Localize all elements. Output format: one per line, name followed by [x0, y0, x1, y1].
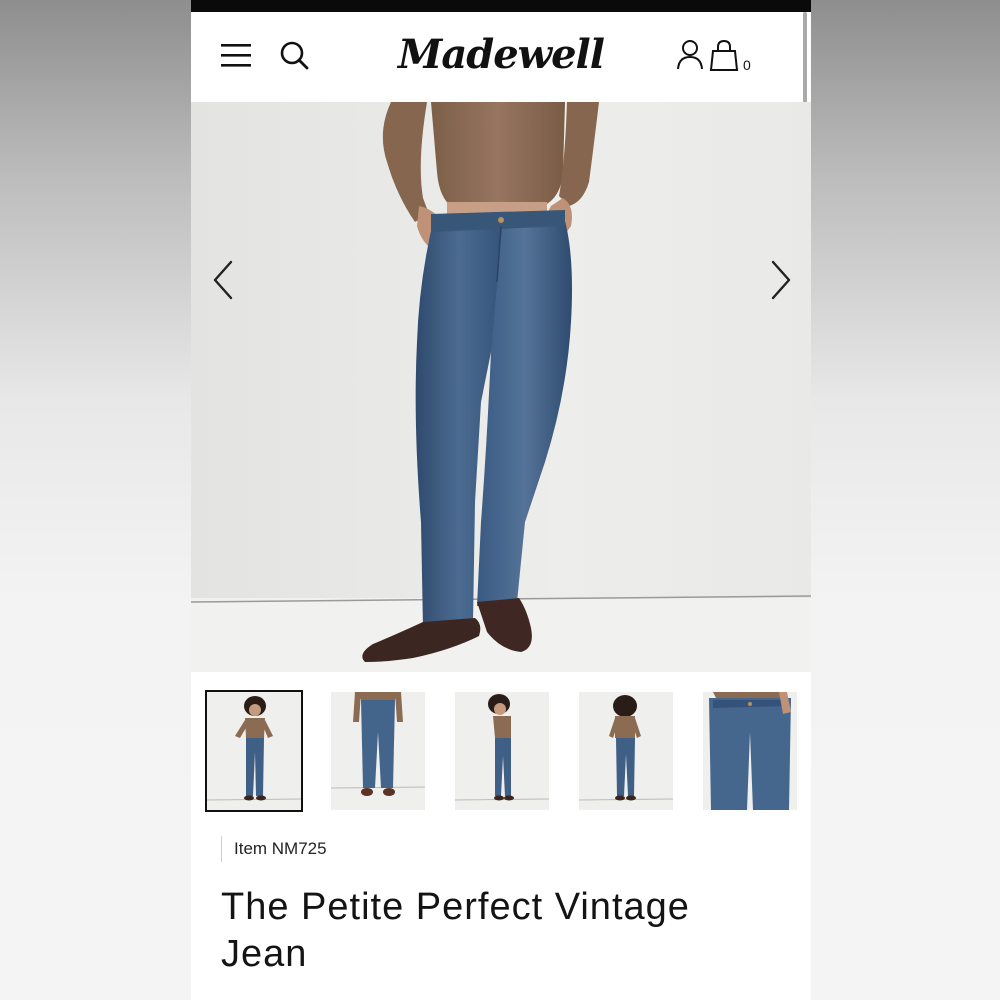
search-icon[interactable] — [277, 38, 311, 72]
thumbnail-2[interactable] — [331, 692, 425, 810]
user-account-icon[interactable] — [675, 38, 705, 72]
hamburger-menu-icon[interactable] — [219, 40, 253, 70]
item-number: Item NM725 — [221, 836, 327, 862]
thumbnail-strip — [191, 672, 811, 822]
product-hero-image — [191, 102, 811, 672]
thumbnail-image — [455, 692, 549, 810]
thumbnail-4[interactable] — [579, 692, 673, 810]
mobile-viewport: Madewell 0 Item NM725 The Petite Perfect… — [191, 0, 811, 1000]
status-bar — [191, 0, 811, 12]
thumbnail-5[interactable] — [703, 692, 797, 810]
thumbnail-image — [703, 692, 797, 810]
brand-logo[interactable]: Madewell — [396, 26, 606, 84]
chevron-left-icon[interactable] — [205, 256, 241, 304]
thumbnail-image — [579, 692, 673, 810]
thumbnail-1[interactable] — [205, 690, 303, 812]
thumbnail-image — [331, 692, 425, 810]
chevron-right-icon[interactable] — [763, 256, 799, 304]
thumbnail-image — [207, 692, 301, 810]
shopping-bag-icon[interactable] — [709, 38, 739, 72]
product-photo — [191, 102, 811, 672]
product-title: The Petite Perfect Vintage Jean — [221, 886, 690, 975]
site-header: Madewell 0 — [191, 12, 811, 102]
thumbnail-3[interactable] — [455, 692, 549, 810]
bag-count-badge: 0 — [743, 57, 751, 73]
